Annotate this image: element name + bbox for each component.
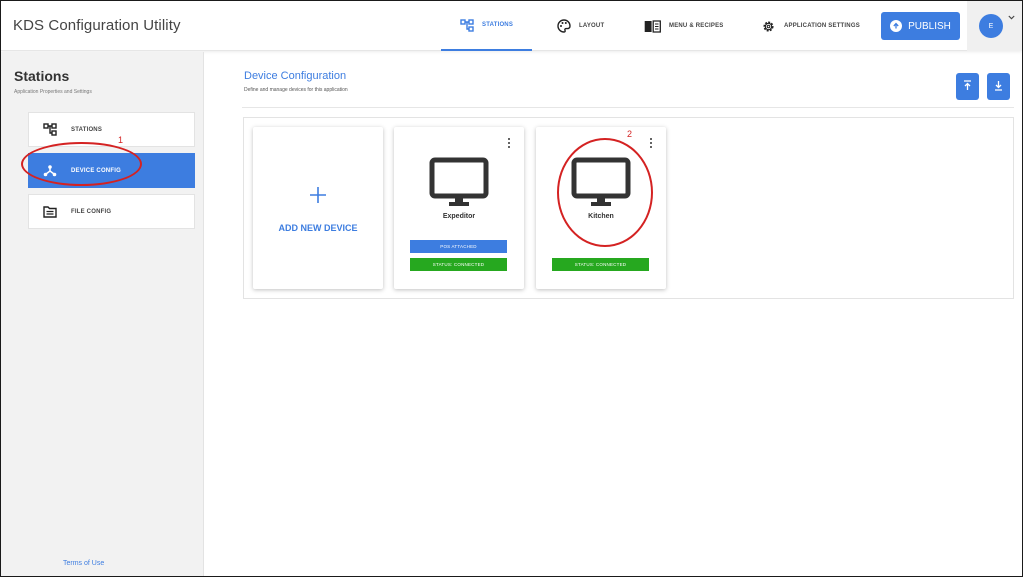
sidebar: Stations Application Properties and Sett… bbox=[1, 52, 204, 576]
avatar[interactable]: E bbox=[979, 14, 1003, 38]
download-icon bbox=[994, 78, 1003, 96]
terms-of-use-link[interactable]: Terms of Use bbox=[63, 560, 104, 567]
device-name: Expeditor bbox=[442, 213, 476, 220]
tab-application-settings[interactable]: APPLICATION SETTINGS bbox=[761, 1, 860, 51]
top-bar: KDS Configuration Utility STATIONS LAYOU… bbox=[1, 1, 1022, 51]
device-name: Kitchen bbox=[588, 213, 614, 220]
more-vert-icon[interactable] bbox=[504, 135, 514, 151]
publish-button[interactable]: PUBLISH bbox=[881, 12, 960, 40]
file-icon bbox=[42, 205, 58, 218]
book-icon bbox=[644, 19, 661, 33]
stations-icon bbox=[42, 123, 58, 136]
status-badge: STATUS: CONNECTED bbox=[410, 258, 507, 271]
page-subtitle: Define and manage devices for this appli… bbox=[244, 87, 348, 93]
sidebar-item-file-config[interactable]: FILE CONFIG bbox=[28, 194, 195, 229]
download-button[interactable] bbox=[987, 73, 1010, 100]
chevron-down-icon[interactable] bbox=[1008, 13, 1015, 22]
app-title: KDS Configuration Utility bbox=[13, 17, 181, 34]
tab-menu-recipes[interactable]: MENU & RECIPES bbox=[644, 1, 723, 51]
add-new-device-card[interactable]: ADD NEW DEVICE bbox=[253, 127, 383, 289]
upload-button[interactable] bbox=[956, 73, 979, 100]
sidebar-title: Stations bbox=[14, 68, 70, 84]
device-card-expeditor[interactable]: Expeditor POS ATTACHED STATUS: CONNECTED bbox=[394, 127, 524, 289]
divider bbox=[242, 107, 1014, 108]
tab-label: MENU & RECIPES bbox=[669, 23, 724, 29]
tab-label: APPLICATION SETTINGS bbox=[784, 23, 860, 29]
status-badge: POS ATTACHED bbox=[410, 240, 507, 253]
tab-stations[interactable]: STATIONS bbox=[441, 1, 532, 51]
tab-layout[interactable]: LAYOUT bbox=[557, 1, 604, 51]
palette-icon bbox=[557, 19, 571, 33]
upload-icon bbox=[963, 78, 972, 96]
tab-label: LAYOUT bbox=[579, 23, 605, 29]
device-tree-icon bbox=[42, 164, 58, 177]
sidebar-subtitle: Application Properties and Settings bbox=[14, 89, 92, 95]
status-badge: STATUS: CONNECTED bbox=[552, 258, 649, 271]
sidebar-item-device-config[interactable]: DEVICE CONFIG bbox=[28, 153, 195, 188]
monitor-icon bbox=[571, 157, 631, 214]
add-new-device-label: ADD NEW DEVICE bbox=[278, 223, 358, 233]
gear-icon bbox=[761, 19, 776, 34]
sidebar-item-label: STATIONS bbox=[71, 126, 103, 133]
device-card-kitchen[interactable]: Kitchen STATUS: CONNECTED bbox=[536, 127, 666, 289]
annotation-number: 1 bbox=[118, 135, 124, 145]
user-menu[interactable]: E bbox=[967, 1, 1022, 51]
page-title: Device Configuration bbox=[244, 70, 347, 82]
more-vert-icon[interactable] bbox=[646, 135, 656, 151]
sidebar-item-label: DEVICE CONFIG bbox=[71, 167, 121, 174]
publish-label: PUBLISH bbox=[908, 20, 951, 32]
plus-icon bbox=[253, 180, 383, 210]
app-window: KDS Configuration Utility STATIONS LAYOU… bbox=[0, 0, 1023, 577]
stations-icon bbox=[460, 18, 474, 32]
tab-label: STATIONS bbox=[482, 22, 514, 28]
monitor-icon bbox=[429, 157, 489, 214]
annotation-number: 2 bbox=[627, 129, 633, 139]
sidebar-item-stations[interactable]: STATIONS bbox=[28, 112, 195, 147]
sidebar-item-label: FILE CONFIG bbox=[71, 208, 112, 215]
upload-arrow-icon bbox=[890, 20, 903, 32]
